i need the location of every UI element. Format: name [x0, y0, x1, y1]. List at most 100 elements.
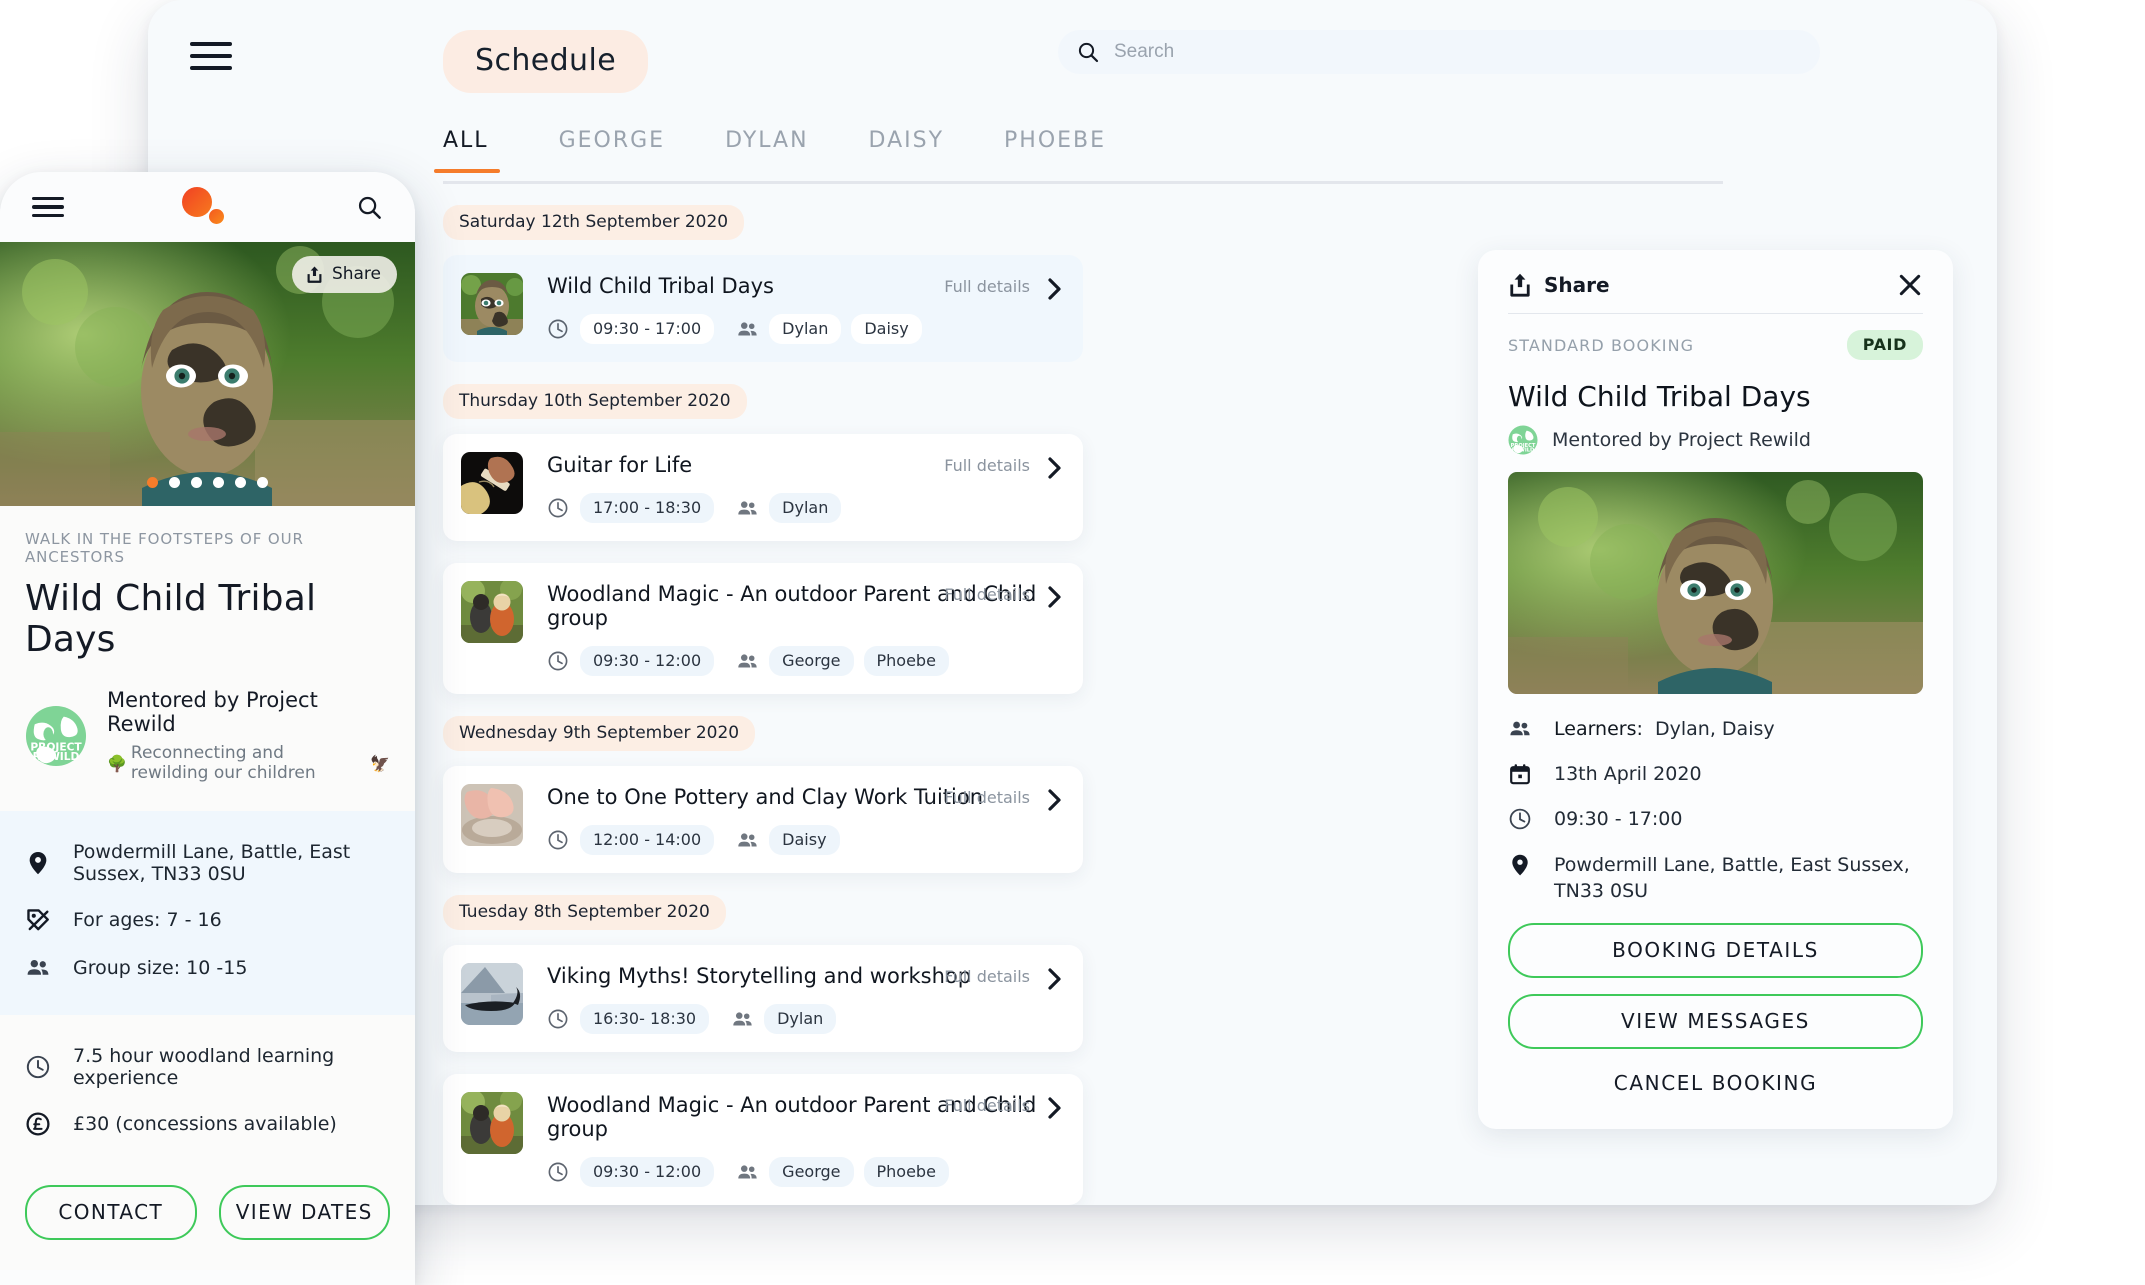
schedule-event-card[interactable]: One to One Pottery and Clay Work Tuition… [443, 766, 1083, 873]
mentor-name: Mentored by Project Rewild [1552, 429, 1811, 451]
event-time-chip: 17:00 - 18:30 [580, 493, 715, 523]
event-time-chip: 09:30 - 12:00 [580, 1157, 715, 1187]
guitar-hands-dark-thumb [461, 452, 523, 514]
mobile-action-bar: CONTACT VIEW DATES [0, 1163, 415, 1270]
detail-info-value: Dylan, Daisy [1655, 718, 1775, 740]
mobile-info-row: £30 (concessions available) [25, 1111, 390, 1137]
tab-phoebe[interactable]: PHOEBE [1004, 128, 1106, 170]
detail-info-row: 09:30 - 17:00 [1508, 806, 1923, 832]
tab-dylan[interactable]: DYLAN [725, 128, 808, 170]
svg-text:REWILD: REWILD [1512, 448, 1535, 454]
event-time-chip: 16:30- 18:30 [580, 1004, 710, 1034]
event-actions[interactable]: Full details [944, 277, 1063, 301]
event-learner-chip: George [769, 646, 854, 676]
contact-button[interactable]: CONTACT [25, 1185, 197, 1240]
carousel-dot[interactable] [257, 477, 268, 488]
clock-icon [548, 651, 568, 671]
full-details-link[interactable]: Full details [944, 585, 1030, 604]
people-icon [738, 321, 757, 335]
desktop-app-window: Schedule Search ALL GEORGE DYLAN DAISY P… [148, 0, 1997, 1205]
chevron-right-icon[interactable] [1046, 456, 1063, 480]
hamburger-menu-icon[interactable] [32, 196, 64, 218]
chevron-right-icon[interactable] [1046, 788, 1063, 812]
detail-mentor: PROJECT REWILD Mentored by Project Rewil… [1508, 425, 1923, 455]
event-time-chip: 12:00 - 14:00 [580, 825, 715, 855]
hamburger-menu-icon[interactable] [190, 42, 232, 70]
status-badge: PAID [1846, 330, 1923, 360]
schedule-event-card[interactable]: Viking Myths! Storytelling and workshop 1… [443, 945, 1083, 1052]
search-bar[interactable]: Search [1058, 30, 1820, 74]
event-meta: 09:30 - 12:00 George Phoebe [547, 1157, 1065, 1187]
children-woodland-thumb [461, 1092, 523, 1154]
full-details-link[interactable]: Full details [944, 456, 1030, 475]
event-meta: 09:30 - 12:00 George Phoebe [547, 646, 1065, 676]
event-thumbnail [461, 1092, 523, 1154]
chevron-right-icon[interactable] [1046, 585, 1063, 609]
event-actions[interactable]: Full details [944, 456, 1063, 480]
chevron-right-icon[interactable] [1046, 1096, 1063, 1120]
share-icon[interactable] [1508, 272, 1532, 298]
schedule-event-card[interactable]: Woodland Magic - An outdoor Parent and C… [443, 1074, 1083, 1205]
event-learner-chip: Daisy [851, 314, 922, 344]
clock-icon [548, 1009, 568, 1029]
carousel-dot[interactable] [191, 477, 202, 488]
close-icon[interactable] [1897, 272, 1923, 298]
carousel-dots[interactable] [0, 477, 415, 488]
tab-daisy[interactable]: DAISY [869, 128, 945, 170]
screenshot-root: Schedule Search ALL GEORGE DYLAN DAISY P… [0, 0, 2145, 1285]
share-button[interactable]: Share [291, 256, 397, 293]
event-learner-chip: Phoebe [863, 646, 949, 676]
people-icon [738, 653, 757, 667]
mentor-tagline: 🌳 Reconnecting and rewilding our children… [107, 743, 390, 783]
full-details-link[interactable]: Full details [944, 277, 1030, 296]
event-actions[interactable]: Full details [944, 788, 1063, 812]
search-icon[interactable] [356, 194, 383, 221]
muddy-child-forest-thumb [461, 273, 523, 335]
children-woodland-thumb [461, 581, 523, 643]
chevron-right-icon[interactable] [1046, 277, 1063, 301]
viking-longboat-lake-thumb [461, 963, 523, 1025]
carousel-dot[interactable] [147, 477, 158, 488]
tag-icon [27, 909, 49, 931]
event-actions[interactable]: Full details [944, 585, 1063, 609]
chevron-right-icon[interactable] [1046, 967, 1063, 991]
svg-text:REWILD: REWILD [33, 750, 80, 763]
tree-icon: 🌳 [107, 753, 127, 773]
mentor-name: Mentored by Project Rewild [107, 688, 318, 736]
event-thumbnail [461, 963, 523, 1025]
clock-icon [548, 319, 568, 339]
booking-status-row: STANDARD BOOKING PAID [1508, 330, 1923, 360]
search-input[interactable]: Search [1114, 41, 1174, 63]
detail-info-text: Powdermill Lane, Battle, East Sussex, TN… [1554, 852, 1923, 904]
tab-george[interactable]: GEORGE [559, 128, 666, 170]
full-details-link[interactable]: Full details [944, 788, 1030, 807]
view-messages-button[interactable]: VIEW MESSAGES [1508, 994, 1923, 1050]
detail-info-row: Learners: Dylan, Daisy [1508, 716, 1923, 742]
carousel-dot[interactable] [235, 477, 246, 488]
full-details-link[interactable]: Full details [944, 967, 1030, 986]
schedule-event-card[interactable]: Guitar for Life 17:00 - 18:30 Dylan Full de… [443, 434, 1083, 541]
booking-details-button[interactable]: BOOKING DETAILS [1508, 923, 1923, 979]
event-actions[interactable]: Full details [944, 967, 1063, 991]
date-group-header: Tuesday 8th September 2020 [443, 895, 726, 930]
clock-icon [548, 498, 568, 518]
event-actions[interactable]: Full details [944, 1096, 1063, 1120]
detail-info-text: 09:30 - 17:00 [1554, 806, 1682, 832]
full-details-link[interactable]: Full details [944, 1096, 1030, 1115]
mobile-info-row: Group size: 10 -15 [25, 955, 390, 981]
mobile-app-preview: Share WALK IN THE FOOTSTEPS OF OUR ANCES… [0, 172, 415, 1285]
cancel-booking-button[interactable]: CANCEL BOOKING [1508, 1049, 1923, 1103]
mobile-info-row: For ages: 7 - 16 [25, 907, 390, 933]
carousel-dot[interactable] [169, 477, 180, 488]
pottery-wheel-hands-thumb [461, 784, 523, 846]
carousel-dot[interactable] [213, 477, 224, 488]
mobile-info-row: Powdermill Lane, Battle, East Sussex, TN… [25, 841, 390, 885]
view-dates-button[interactable]: VIEW DATES [218, 1185, 390, 1240]
schedule-event-card[interactable]: Woodland Magic - An outdoor Parent and C… [443, 563, 1083, 694]
mobile-kicker: WALK IN THE FOOTSTEPS OF OUR ANCESTORS [25, 530, 304, 566]
schedule-event-card[interactable]: Wild Child Tribal Days 09:30 - 17:00 Dylan… [443, 255, 1083, 362]
brand-logo [182, 187, 238, 227]
mobile-hero-carousel[interactable]: Share [0, 242, 415, 506]
tab-all[interactable]: ALL [434, 128, 500, 173]
mobile-info-text: 7.5 hour woodland learning experience [73, 1045, 335, 1089]
